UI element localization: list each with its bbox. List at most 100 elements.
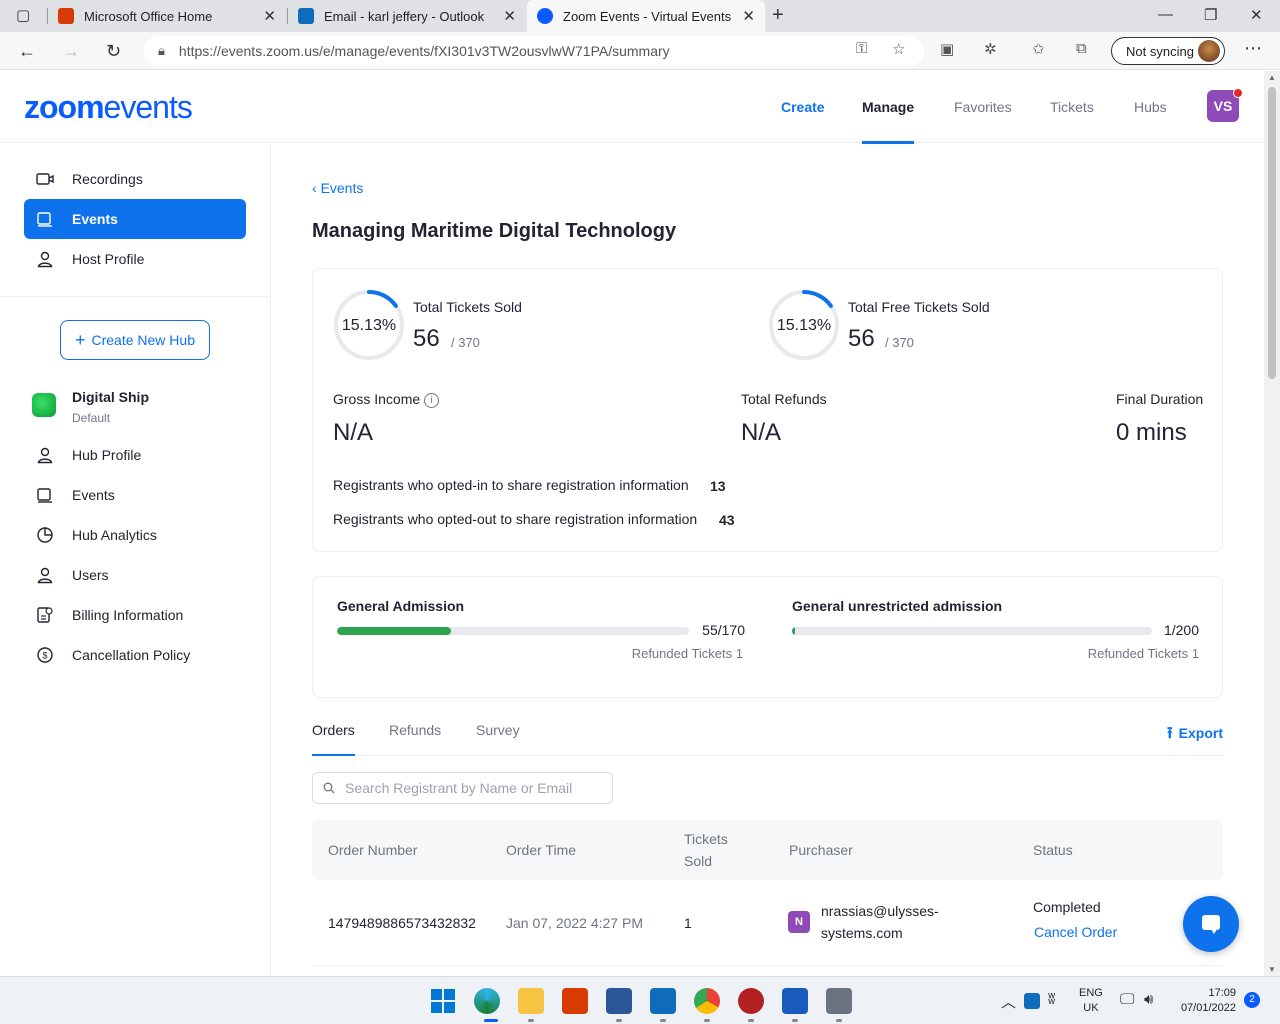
admissions-card: General Admission 55/170 Refunded Ticket… (312, 576, 1223, 698)
sidebar-item-hub-events[interactable]: Events (24, 475, 246, 515)
free-tickets-sold-percent: 15.13% (776, 317, 832, 334)
close-icon[interactable]: ✕ (263, 7, 276, 25)
export-button[interactable]: ⭱ Export (1167, 722, 1223, 749)
zoom-icon (537, 8, 553, 24)
scrollbar-thumb[interactable] (1268, 87, 1276, 379)
video-icon (36, 173, 54, 185)
file-explorer-icon[interactable] (518, 988, 544, 1014)
url-text: https://events.zoom.us/e/manage/events/f… (178, 43, 670, 59)
network-icon[interactable]: 🖵︎ (1120, 991, 1134, 1008)
sidebar-item-events[interactable]: Events (24, 199, 246, 239)
orders-table-header: Order Number Order Time Tickets Sold Pur… (312, 820, 1223, 880)
extension-icon[interactable]: ▣ (940, 40, 954, 58)
calculator-icon[interactable] (826, 988, 852, 1014)
sidebar-item-users[interactable]: Users (24, 555, 246, 595)
nav-hubs[interactable]: Hubs (1134, 71, 1167, 143)
office-icon[interactable] (562, 988, 588, 1014)
sidebar-item-label: Hub Profile (72, 447, 142, 463)
svg-text:$: $ (42, 651, 47, 661)
sidebar-item-cancellation-policy[interactable]: $ Cancellation Policy (24, 635, 246, 675)
hub-logo (32, 393, 56, 417)
collections-icon[interactable]: ⧉ (1076, 40, 1087, 57)
chrome-icon[interactable] (694, 988, 720, 1014)
notification-badge[interactable]: 2 (1244, 992, 1260, 1008)
language-indicator[interactable]: ENG UK (1079, 986, 1103, 1016)
nav-tickets[interactable]: Tickets (1050, 71, 1094, 143)
admission-count: 55/170 (702, 622, 745, 638)
sidebar-item-hub-profile[interactable]: Hub Profile (24, 435, 246, 475)
taskbar: ︿ ʬ ENG UK 🖵︎ 🔊︎ 17:09 07/01/2022 2 (0, 976, 1280, 1024)
gross-income-label-text: Gross Income (333, 391, 421, 407)
favorite-add-icon[interactable]: ☆ (892, 40, 905, 58)
volume-icon[interactable]: 🔊︎ (1144, 991, 1153, 1008)
tab-refunds[interactable]: Refunds (389, 722, 441, 738)
scroll-up-icon[interactable]: ▲ (1268, 73, 1276, 82)
upload-icon: ⭱ (1167, 725, 1173, 742)
sidebar-item-hub-analytics[interactable]: Hub Analytics (24, 515, 246, 555)
sidebar-item-recordings[interactable]: Recordings (24, 159, 246, 199)
tab-title: Email - karl jeffery - Outlook (324, 8, 485, 24)
order-number: 1479489886573432832 (328, 915, 476, 931)
table-row[interactable]: 1479489886573432832 Jan 07, 2022 4:27 PM… (312, 880, 1223, 966)
outlook-icon (298, 8, 314, 24)
edge-icon[interactable] (474, 988, 500, 1014)
sidebar-item-billing-information[interactable]: Billing Information (24, 595, 246, 635)
profile-sync-button[interactable]: Not syncing (1111, 37, 1225, 65)
chevron-up-icon[interactable]: ︿ (1001, 991, 1016, 1012)
puzzle-icon[interactable]: ✲ (984, 40, 997, 58)
word-icon[interactable] (782, 988, 808, 1014)
create-new-hub-button[interactable]: + Create New Hub (60, 320, 210, 360)
total-tickets-capacity: / 370 (451, 335, 480, 350)
sidebar-item-label: Cancellation Policy (72, 647, 191, 663)
nav-create[interactable]: Create (781, 71, 825, 143)
sidebar-item-host-profile[interactable]: Host Profile (24, 239, 246, 279)
paint-icon[interactable] (738, 988, 764, 1014)
outlook-tray-icon[interactable] (1024, 993, 1040, 1009)
final-duration-label: Final Duration (1116, 391, 1204, 407)
system-clock[interactable]: 17:09 07/01/2022 (1172, 986, 1236, 1016)
column-purchaser: Purchaser (789, 842, 853, 858)
zoom-events-logo[interactable]: zoomevents (24, 87, 193, 127)
close-icon[interactable]: ✕ (503, 7, 516, 25)
key-icon[interactable]: ⚿ (856, 40, 867, 57)
tab-actions-icon[interactable]: ▢ (16, 6, 30, 24)
close-icon[interactable]: ✕ (742, 7, 755, 25)
profile-avatar (1198, 40, 1220, 62)
back-icon[interactable]: ← (18, 41, 36, 62)
language-region: UK (1083, 1002, 1099, 1014)
chat-button[interactable] (1183, 896, 1239, 952)
butterfly-icon[interactable]: ʬ (1048, 991, 1055, 1008)
cancel-order-link[interactable]: Cancel Order (1034, 924, 1117, 940)
browser-tab-outlook[interactable]: Email - karl jeffery - Outlook ✕ (288, 0, 526, 32)
tab-title: Microsoft Office Home (84, 8, 213, 24)
nav-favorites[interactable]: Favorites (954, 71, 1012, 143)
back-to-events-link[interactable]: ‹ Events (312, 180, 363, 196)
search-input[interactable] (345, 780, 605, 796)
minimize-icon[interactable]: — (1158, 6, 1173, 23)
refresh-icon[interactable]: ↻ (106, 41, 121, 62)
forward-icon[interactable]: → (62, 41, 80, 62)
favorites-icon[interactable]: ✩ (1032, 40, 1045, 58)
page-scrollbar[interactable]: ▲ ▼ (1264, 71, 1280, 976)
browser-tab-office[interactable]: Microsoft Office Home ✕ (48, 0, 286, 32)
lock-icon[interactable]: 🔒︎ (158, 43, 165, 59)
outlook-icon[interactable] (650, 988, 676, 1014)
restore-icon[interactable]: ❐ (1204, 6, 1217, 24)
opted-in-label: Registrants who opted-in to share regist… (333, 477, 689, 493)
notepad-icon[interactable] (606, 988, 632, 1014)
browser-tab-zoom-events[interactable]: Zoom Events - Virtual Events Plat ✕ (527, 0, 765, 32)
new-tab-icon[interactable]: + (772, 4, 784, 27)
info-icon[interactable]: i (424, 392, 440, 408)
analytics-icon (37, 527, 53, 543)
opted-in-value: 13 (710, 478, 726, 494)
tab-orders[interactable]: Orders (312, 722, 355, 756)
windows-start-icon[interactable] (430, 988, 456, 1014)
more-icon[interactable]: ⋯ (1244, 38, 1262, 59)
scroll-down-icon[interactable]: ▼ (1268, 965, 1276, 974)
window-close-icon[interactable]: ✕ (1250, 6, 1263, 24)
hub-name[interactable]: Digital Ship (72, 389, 149, 405)
address-bar[interactable]: 🔒︎ https://events.zoom.us/e/manage/event… (144, 36, 924, 66)
nav-manage[interactable]: Manage (862, 71, 915, 144)
billing-icon (37, 607, 53, 623)
tab-survey[interactable]: Survey (476, 722, 520, 738)
